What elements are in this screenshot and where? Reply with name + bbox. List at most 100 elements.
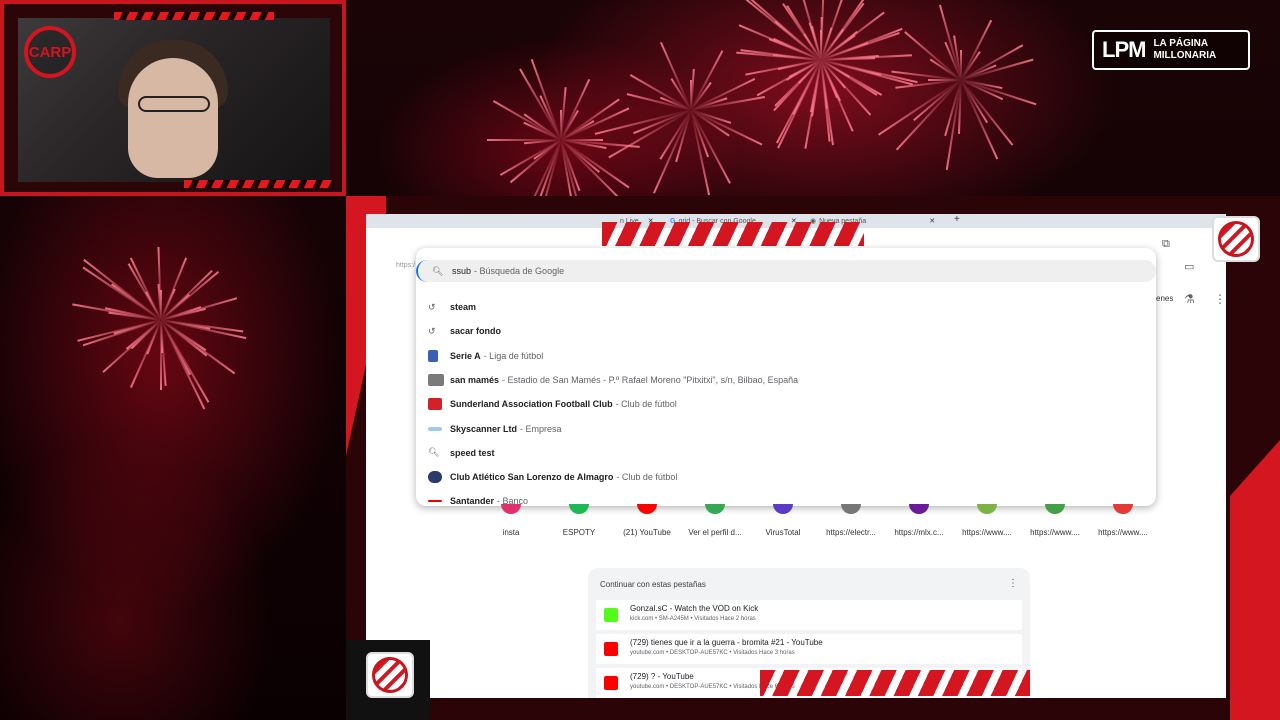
firework-spark (878, 79, 962, 136)
address-bar-stub[interactable]: https:/ (396, 262, 415, 269)
labs-flask-icon[interactable]: ⚗ (1184, 292, 1195, 306)
suggestion-text: Serie A (450, 350, 481, 361)
suggestion-text: Skyscanner Ltd (450, 423, 518, 434)
suggestion-text: Sunderland Association Football Club (450, 399, 613, 410)
stream-overlay-background: CARP LPM LA PÁGINA MILLONARIA n Live ✕ G… (0, 0, 1280, 720)
lpm-logo-line1: LA PÁGINA (1153, 38, 1209, 49)
suggestion-text: sacar fondo (450, 326, 502, 337)
webcam-frame: CARP (0, 0, 346, 196)
shortcut-tile[interactable]: ESPOTY (544, 504, 614, 537)
san-lorenzo-logo-icon (428, 471, 450, 484)
suggestion-text: speed test (450, 447, 495, 458)
youtube-icon (604, 642, 618, 656)
shortcut-label: insta (502, 528, 520, 537)
tab-title: Gonzal.sC - Watch the VOD on Kick (630, 604, 759, 613)
shortcut-favicon-icon (637, 504, 657, 514)
apps-grid-icon[interactable]: ⋮⋮ (1214, 292, 1226, 306)
shortcut-tile[interactable]: https://electr... (816, 504, 886, 537)
tab-title: (729) tienes que ir a la guerra - bromit… (630, 638, 823, 647)
omnibox-inline-suggest: - Búsqueda de Google (474, 266, 565, 276)
suggestion-description: - Estadio de San Mamés - P.º Rafael More… (502, 374, 799, 385)
history-icon: ↺ (428, 325, 436, 336)
history-icon: ↺ (428, 301, 436, 312)
omnibox-suggestion[interactable]: Club Atlético San Lorenzo de Almagro - Cl… (416, 466, 1156, 488)
omnibox-dropdown: 🔍︎ ssub - Búsqueda de Google ↺ steam ↺ saca… (416, 248, 1156, 506)
lpm-logo-text: LA PÁGINA MILLONARIA (1153, 38, 1216, 62)
shortcut-tile[interactable]: https://www.... (1020, 504, 1090, 537)
tab-title: (729) ? - YouTube (630, 672, 694, 681)
folder-icon[interactable]: ▭ (1184, 260, 1194, 273)
shortcut-label: https://mlx.c... (894, 528, 944, 537)
more-menu-icon[interactable]: ⋮ (1008, 578, 1018, 589)
shortcut-label: https://www.... (962, 528, 1012, 537)
omnibox-suggestion[interactable]: Skyscanner Ltd - Empresa (416, 418, 1156, 440)
carp-logo: CARP (24, 26, 76, 78)
omnibox-value: ssub (452, 266, 472, 276)
webcam-stripes-top (114, 12, 274, 20)
shortcut-tile[interactable]: insta (476, 504, 546, 537)
shortcut-label: https://www.... (1030, 528, 1080, 537)
shortcut-label: https://www.... (1098, 528, 1148, 537)
lpm-logo-mark: LPM (1102, 37, 1146, 62)
suggestion-description: - Liga de fútbol (483, 350, 544, 361)
shortcut-favicon-icon (773, 504, 793, 514)
serie-a-logo-icon (428, 349, 450, 362)
lpm-logo-line2: MILLONARIA (1153, 50, 1217, 61)
shortcut-favicon-icon (705, 504, 725, 514)
omnibox-suggestion[interactable]: san mamés - Estadio de San Mamés - P.º Ra… (416, 369, 1156, 391)
shortcut-label: ESPOTY (562, 528, 596, 537)
new-tab-button[interactable]: + (954, 214, 960, 225)
webcam-stripes-bottom (184, 180, 334, 188)
kick-icon (604, 608, 618, 622)
firework-spark (157, 247, 162, 321)
omnibox-suggestion[interactable]: ↺ steam (416, 296, 1156, 318)
omnibox-suggestion[interactable]: Sunderland Association Football Club - Cl… (416, 393, 1156, 415)
card-title: Continuar con estas pestañas (600, 580, 706, 589)
tab-meta: youtube.com • DESKTOP-AUE57KC • Visitado… (630, 650, 795, 656)
search-icon: 🔍︎ (428, 447, 440, 458)
shortcut-favicon-icon (909, 504, 929, 514)
images-link-partial[interactable]: enes (1156, 294, 1173, 303)
shortcut-label: Ver el perfil d... (688, 528, 742, 537)
overlay-stripes-top (602, 222, 864, 246)
river-plate-crest-icon (366, 652, 414, 698)
close-icon[interactable]: ✕ (929, 217, 935, 225)
omnibox-suggestion[interactable]: ↺ sacar fondo (416, 320, 1156, 342)
shortcut-tile[interactable]: https://mlx.c... (884, 504, 954, 537)
omnibox-suggestion[interactable]: 🔍︎ speed test (416, 442, 1156, 464)
santander-logo-icon (428, 500, 450, 503)
shortcut-favicon-icon (977, 504, 997, 514)
shortcut-tile[interactable]: https://www.... (952, 504, 1022, 537)
tab-meta: kick.com • SM-A245M • Visitados Hace 2 h… (630, 616, 756, 622)
youtube-icon (604, 676, 618, 690)
shortcut-tile[interactable]: https://www.... (1088, 504, 1158, 537)
suggestion-description: - Club de fútbol (615, 399, 677, 410)
river-plate-crest-icon (1212, 216, 1260, 262)
shortcut-tile[interactable]: VirusTotal (748, 504, 818, 537)
omnibox-input[interactable]: 🔍︎ ssub - Búsqueda de Google (416, 260, 1156, 282)
shortcut-label: https://electr... (826, 528, 876, 537)
omnibox-suggestion[interactable]: Serie A- Liga de fútbol (416, 345, 1156, 367)
shortcut-favicon-icon (569, 504, 589, 514)
search-icon: 🔍︎ (432, 265, 444, 276)
shortcut-favicon-icon (1045, 504, 1065, 514)
lpm-logo: LPM LA PÁGINA MILLONARIA (1092, 30, 1250, 70)
overlay-stripes-bottom (760, 670, 1030, 696)
chrome-window: n Live ✕ G grid - Buscar con Google ✕ ◉ … (366, 214, 1226, 698)
suggestion-description: - Empresa (520, 423, 562, 434)
sunderland-logo-icon (428, 398, 450, 411)
shortcut-favicon-icon (841, 504, 861, 514)
shortcut-tile[interactable]: (21) YouTube (612, 504, 682, 537)
firework-spark (160, 320, 162, 390)
extensions-icon[interactable]: ⧉ (1162, 238, 1170, 251)
shortcut-tile[interactable]: Ver el perfil d... (680, 504, 750, 537)
suggestion-description: - Club de fútbol (616, 472, 678, 483)
continue-tab-item[interactable]: Gonzal.sC - Watch the VOD on Kick kick.co… (596, 600, 1022, 630)
shortcuts-row: insta ESPOTY (21) YouTube Ver el perfil d..… (476, 504, 1156, 544)
continue-tab-item[interactable]: (729) tienes que ir a la guerra - bromit… (596, 634, 1022, 664)
suggestion-text: san mamés (450, 374, 500, 385)
suggestion-text: Club Atlético San Lorenzo de Almagro (450, 472, 614, 483)
shortcut-favicon-icon (1113, 504, 1133, 514)
stadium-thumbnail-icon (428, 373, 450, 386)
suggestion-text: steam (450, 302, 477, 312)
